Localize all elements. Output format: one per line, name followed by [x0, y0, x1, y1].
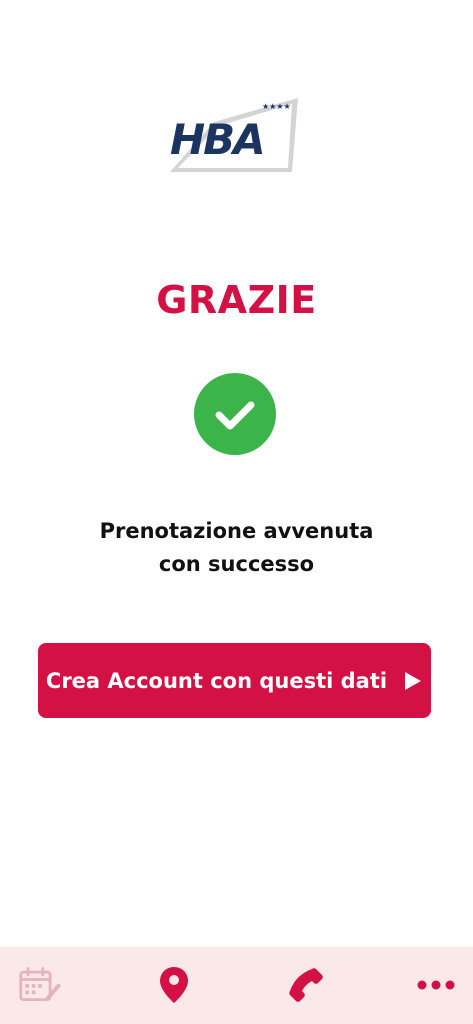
play-arrow-icon	[405, 671, 422, 690]
hba-logo-graphic: ★★★★ HBA	[170, 98, 298, 172]
calendar-edit-icon	[19, 967, 62, 1002]
success-message-line-2: con successo	[158, 552, 315, 576]
nav-item-location[interactable]	[152, 963, 196, 1007]
success-message: Prenotazione avvenuta con successo	[40, 515, 433, 581]
create-account-button[interactable]: Crea Account con questi dati	[38, 643, 431, 718]
create-account-button-label: Crea Account con questi dati	[45, 668, 388, 693]
check-circle-icon	[194, 373, 276, 455]
logo-text: HBA	[170, 115, 264, 164]
logo-stars: ★★★★	[262, 102, 291, 111]
success-message-line-1: Prenotazione avvenuta	[99, 519, 374, 543]
page-title: GRAZIE	[156, 278, 317, 322]
more-dots-icon	[417, 980, 455, 990]
nav-item-booking[interactable]	[18, 963, 62, 1007]
location-pin-icon	[160, 967, 188, 1003]
nav-item-phone[interactable]	[284, 963, 328, 1007]
bottom-nav	[0, 947, 473, 1024]
nav-item-more[interactable]	[414, 963, 458, 1007]
hba-logo: ★★★★ HBA	[166, 96, 306, 176]
phone-icon	[289, 968, 323, 1002]
